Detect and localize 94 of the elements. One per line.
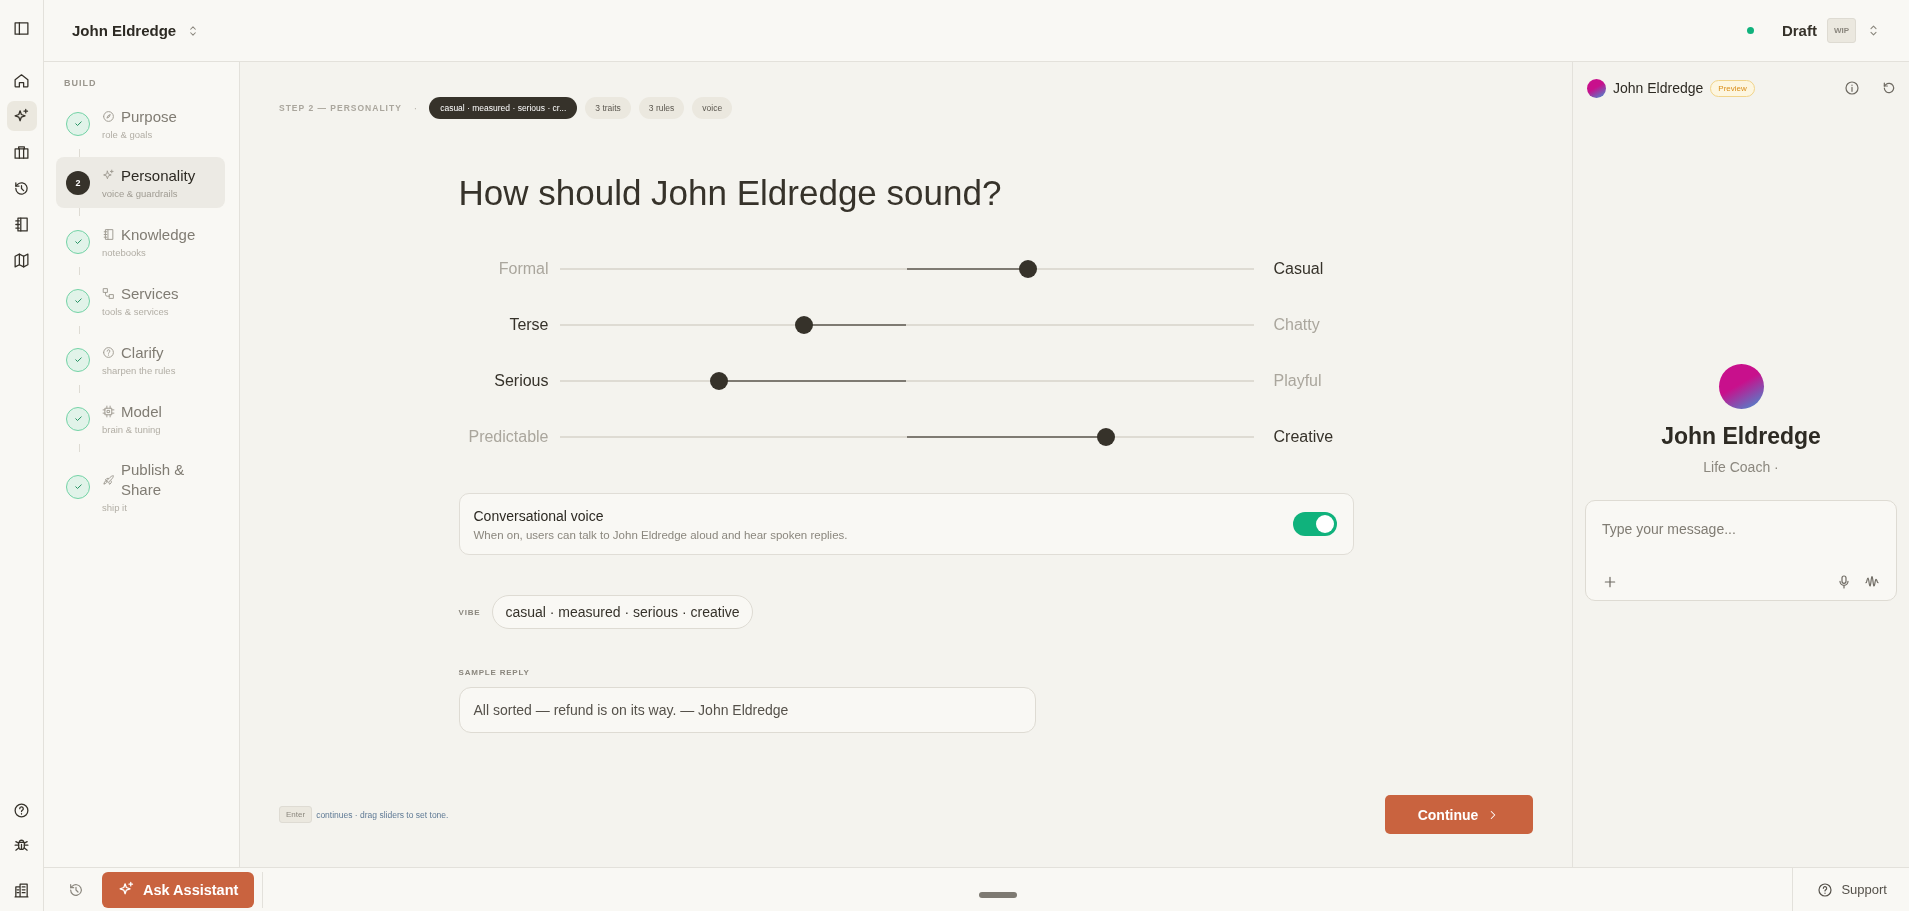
plus-icon [1602, 574, 1618, 590]
avatar [1587, 78, 1606, 98]
voice-title: Conversational voice [473, 507, 605, 524]
ask-assistant-button[interactable]: Ask Assistant [102, 871, 255, 908]
slider-right-label: Casual [1273, 260, 1325, 278]
summary-chip: voice [692, 97, 733, 119]
step-number: 2 [66, 170, 90, 195]
step-subtitle: notebooks [102, 247, 147, 259]
sample-reply: All sorted — refund is on its way. — John Eldredge [458, 687, 1036, 733]
step-title: Personality [121, 165, 196, 186]
vibe-pill: casual · measured · serious · creative [492, 595, 753, 629]
map-icon [13, 251, 30, 269]
help-icon [13, 801, 30, 819]
mic-button[interactable] [1836, 574, 1852, 590]
step-title: Knowledge [121, 224, 196, 245]
step-subtitle: tools & services [102, 306, 170, 318]
step-item[interactable]: Model brain & tuning [56, 393, 225, 444]
step-subtitle: ship it [102, 502, 128, 513]
voice-toggle[interactable] [1292, 512, 1337, 536]
slider-thumb[interactable] [1097, 428, 1116, 446]
separator-dot: · [413, 102, 418, 114]
building-icon [13, 881, 30, 899]
key-hint: Enter [279, 806, 313, 823]
summary-chip: 3 rules [638, 97, 685, 119]
notebook-icon [102, 228, 115, 241]
avatar [1718, 364, 1764, 409]
help-icon [1817, 881, 1834, 898]
slider-left-label: Predictable [467, 428, 549, 446]
slider-right-label: Playful [1273, 372, 1323, 390]
step-item[interactable]: 2 Personality voice & guardrails [56, 157, 225, 208]
sample-reply-label: SAMPLE REPLY [458, 668, 531, 677]
step-item[interactable]: Services tools & services [56, 275, 225, 326]
rocket-icon [102, 473, 115, 486]
page-heading: How should John Eldredge sound? [458, 172, 1003, 214]
slider-track[interactable] [559, 260, 1254, 278]
mic-icon [1836, 574, 1852, 590]
slider-left-label: Formal [497, 260, 549, 278]
hint-text: continues · drag sliders to set tone. [316, 809, 449, 820]
slider-track[interactable] [559, 372, 1254, 390]
step-item[interactable]: Purpose role & goals [56, 98, 225, 149]
slider-thumb[interactable] [710, 372, 729, 390]
step-title: Publish & Share [121, 460, 186, 499]
slider-track[interactable] [559, 428, 1254, 446]
slider-thumb[interactable] [1018, 260, 1037, 278]
compass-icon [102, 110, 115, 123]
step-title: Model [121, 401, 162, 422]
sparkle-icon [102, 169, 115, 182]
preview-title: John Eldredge [1661, 423, 1821, 450]
slider-right-label: Chatty [1273, 316, 1321, 334]
chip-icon [102, 405, 115, 418]
summary-chip: casual · measured · serious · cr... [429, 97, 578, 119]
voice-description: When on, users can talk to John Eldredge aloud and hear spoken replies. [473, 528, 848, 541]
history-icon [13, 179, 30, 197]
slider-right-label: Creative [1273, 428, 1335, 446]
info-icon [1844, 80, 1860, 96]
status-label: Draft [1781, 22, 1817, 39]
step-item[interactable]: Clarify sharpen the rules [56, 334, 225, 385]
preview-badge: Preview [1710, 79, 1755, 97]
panel-icon [13, 19, 30, 37]
step-subtitle: role & goals [102, 129, 154, 141]
section-label: BUILD [64, 78, 98, 88]
briefcase-icon [13, 143, 30, 161]
continue-button[interactable]: Continue [1385, 795, 1533, 834]
home-icon [13, 71, 30, 89]
drag-handle[interactable] [978, 891, 1017, 898]
step-subtitle: voice & guardrails [102, 188, 179, 200]
vibe-label: VIBE [458, 607, 481, 617]
preview-subtitle: Life Coach · [1703, 459, 1779, 475]
refresh-icon [1881, 80, 1897, 96]
slider-left-label: Terse [508, 316, 549, 334]
rail-nav-button[interactable] [6, 101, 37, 131]
history-button[interactable] [68, 881, 84, 898]
workspace-switcher[interactable]: John Eldredge [72, 22, 201, 39]
step-subtitle: sharpen the rules [102, 365, 176, 377]
step-item[interactable]: Publish & Share ship it [56, 452, 225, 521]
step-title: Purpose [121, 106, 177, 127]
preview-name: John Eldredge [1613, 80, 1704, 96]
support-button[interactable]: Support [1792, 868, 1909, 911]
step-item[interactable]: Knowledge notebooks [56, 216, 225, 267]
step-subtitle: brain & tuning [102, 424, 162, 436]
status-badge: WIP [1826, 18, 1856, 43]
slider-thumb[interactable] [795, 316, 814, 334]
step-title: Services [121, 283, 179, 304]
step-title: Clarify [121, 342, 164, 363]
slider-left-label: Serious [493, 372, 549, 390]
history-icon [68, 881, 84, 898]
status-dot [1746, 27, 1754, 34]
notebook-icon [13, 215, 30, 233]
question-icon [102, 346, 115, 359]
summary-chip: 3 traits [585, 97, 631, 119]
nodes-icon [102, 287, 115, 300]
step-label: STEP 2 — PERSONALITY [279, 103, 402, 113]
slider-track[interactable] [559, 316, 1254, 334]
message-field[interactable]: Type your message... [1602, 521, 1880, 537]
